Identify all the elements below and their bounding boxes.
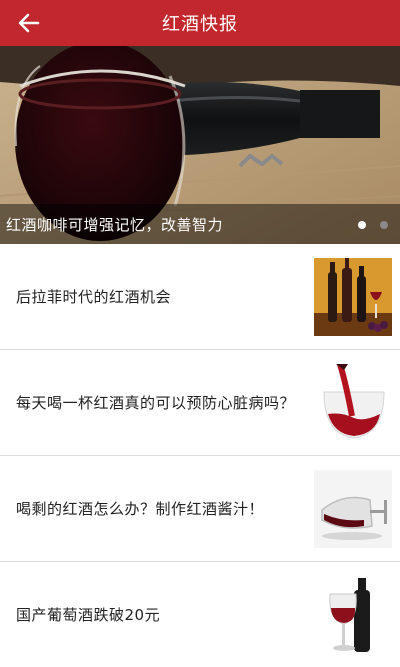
- news-item[interactable]: 国产葡萄酒跌破20元: [0, 562, 400, 667]
- banner-caption: 红酒咖啡可增强记忆，改善智力: [6, 215, 224, 234]
- app-header: 红酒快报: [0, 0, 400, 46]
- news-item[interactable]: 后拉菲时代的红酒机会: [0, 244, 400, 350]
- carousel-dot-2[interactable]: [380, 221, 388, 229]
- news-title: 喝剩的红酒怎么办？制作红酒酱汁！: [16, 499, 265, 518]
- wine-pour-image: [314, 364, 392, 442]
- news-title: 后拉菲时代的红酒机会: [16, 287, 172, 306]
- back-button[interactable]: [12, 8, 46, 38]
- carousel-dot-1[interactable]: [358, 221, 366, 229]
- wine-glass-bottle-image: [314, 576, 392, 654]
- news-thumbnail: [314, 364, 392, 442]
- news-list: 后拉菲时代的红酒机会 每天喝一杯红酒真的可以预防心脏病吗？ 喝剩的红酒怎么办？制…: [0, 244, 400, 667]
- tipped-glass-image: [314, 470, 392, 548]
- news-title: 国产葡萄酒跌破20元: [16, 605, 161, 624]
- wine-bottles-image: [314, 258, 392, 336]
- news-title: 每天喝一杯红酒真的可以预防心脏病吗？: [16, 393, 296, 412]
- news-thumbnail: [314, 258, 392, 336]
- banner-caption-bar: 红酒咖啡可增强记忆，改善智力: [0, 204, 400, 244]
- banner-carousel[interactable]: 红酒咖啡可增强记忆，改善智力: [0, 46, 400, 244]
- news-thumbnail: [314, 576, 392, 654]
- arrow-left-icon: [18, 13, 40, 33]
- carousel-indicator: [358, 221, 388, 229]
- page-title: 红酒快报: [162, 14, 238, 35]
- news-thumbnail: [314, 470, 392, 548]
- news-item[interactable]: 每天喝一杯红酒真的可以预防心脏病吗？: [0, 350, 400, 456]
- news-item[interactable]: 喝剩的红酒怎么办？制作红酒酱汁！: [0, 456, 400, 562]
